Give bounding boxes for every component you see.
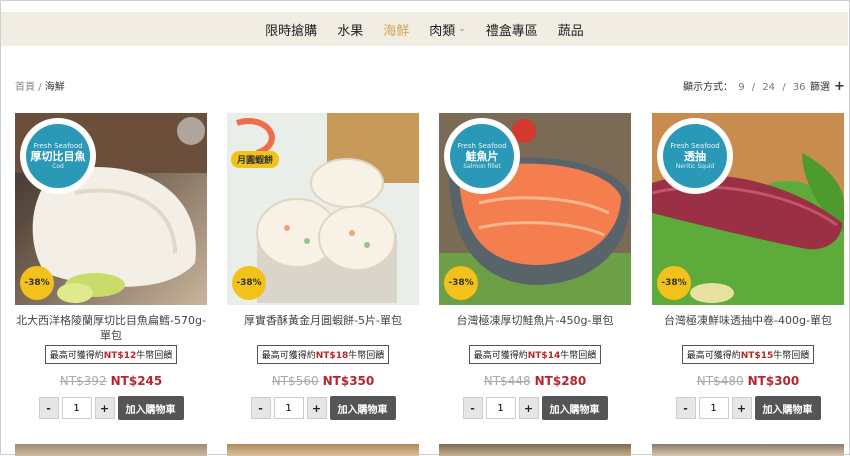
add-to-cart-button[interactable]: 加入購物車 [541,396,608,420]
main-nav: 限時搶購 水果 海鮮 肉類 ⌄ 禮盒專區 蔬品 [1,12,848,46]
sale-price: NT$300 [747,374,800,388]
product-image-next-row[interactable] [227,444,419,456]
product-card: Fresh Seafood 鮭魚片 Salmon fillet -38% 台灣極… [439,113,631,420]
nav-item-flash-sale[interactable]: 限時搶購 [265,20,317,39]
qty-minus-button[interactable]: - [250,397,271,419]
product-image[interactable]: 月圓蝦餅 -38% [227,113,419,305]
product-card: 月圓蝦餅 -38% 厚實香酥黃金月圓蝦餅-5片-單包 最高可獲得約NT$18牛幣… [227,113,419,420]
chevron-down-icon: ⌄ [458,24,466,34]
display-option-9[interactable]: 9 [738,82,744,93]
qty-plus-button[interactable]: + [306,397,327,419]
product-card: Fresh Seafood 透抽 Neritic Squid -38% 台灣極凍… [652,113,844,420]
original-price: NT$392 [59,374,107,388]
price: NT$560 NT$350 [227,374,419,388]
qty-plus-button[interactable]: + [731,397,752,419]
breadcrumb-current: 海鮮 [44,82,65,93]
add-to-cart-row: - 1 + 加入購物車 [652,396,844,420]
discount-badge: -38% [20,266,54,300]
nav-item-gift-box[interactable]: 禮盒專區 [486,20,538,39]
product-image[interactable]: Fresh Seafood 透抽 Neritic Squid -38% [652,113,844,305]
add-to-cart-row: - 1 + 加入購物車 [15,396,207,420]
product-image-next-row[interactable] [15,444,207,456]
quantity-input[interactable]: 1 [273,397,304,419]
nav-item-meat[interactable]: 肉類 ⌄ [429,20,466,39]
product-title[interactable]: 台灣極凍鮮味透抽中卷-400g-單包 [652,313,844,343]
quantity-input[interactable]: 1 [698,397,729,419]
add-to-cart-button[interactable]: 加入購物車 [117,396,184,420]
product-badge: Fresh Seafood 鮭魚片 Salmon fillet [444,118,520,194]
points-reward: 最高可獲得約NT$18牛幣回饋 [256,345,390,364]
original-price: NT$480 [696,374,744,388]
plus-icon: + [834,79,845,94]
quantity-input[interactable]: 1 [61,397,92,419]
product-badge: 月圓蝦餅 [231,151,280,168]
display-option-24[interactable]: 24 [762,82,775,93]
points-reward: 最高可獲得約NT$12牛幣回饋 [44,345,178,364]
qty-minus-button[interactable]: - [675,397,696,419]
add-to-cart-button[interactable]: 加入購物車 [329,396,396,420]
add-to-cart-row: - 1 + 加入購物車 [227,396,419,420]
product-image[interactable]: Fresh Seafood 厚切比目魚 Cod -38% [15,113,207,305]
discount-badge: -38% [232,266,266,300]
breadcrumb-home[interactable]: 首頁 [15,82,35,93]
product-card: Fresh Seafood 厚切比目魚 Cod -38% 北大西洋格陵蘭厚切比目… [15,113,207,420]
display-options: 顯示方式： 9 / 24 / 36 [683,82,806,93]
original-price: NT$448 [483,374,531,388]
breadcrumb: 首頁 / 海鮮 [15,82,65,93]
discount-badge: -38% [657,266,691,300]
points-reward: 最高可獲得約NT$15牛幣回饋 [681,345,815,364]
product-title[interactable]: 厚實香酥黃金月圓蝦餅-5片-單包 [227,313,419,343]
sale-price: NT$245 [110,374,163,388]
price: NT$392 NT$245 [15,374,207,388]
product-image-next-row[interactable] [652,444,844,456]
filter-button[interactable]: 篩選 + [810,78,845,94]
qty-minus-button[interactable]: - [38,397,59,419]
nav-item-seafood[interactable]: 海鮮 [383,20,409,39]
price: NT$480 NT$300 [652,374,844,388]
original-price: NT$560 [271,374,319,388]
product-image-next-row[interactable] [439,444,631,456]
discount-badge: -38% [444,266,478,300]
qty-minus-button[interactable]: - [462,397,483,419]
product-badge: Fresh Seafood 厚切比目魚 Cod [20,118,96,194]
add-to-cart-row: - 1 + 加入購物車 [439,396,631,420]
add-to-cart-button[interactable]: 加入購物車 [754,396,821,420]
product-title[interactable]: 北大西洋格陵蘭厚切比目魚扁鱈-570g-單包 [15,313,207,343]
sale-price: NT$350 [322,374,375,388]
qty-plus-button[interactable]: + [94,397,115,419]
display-option-36[interactable]: 36 [793,82,806,93]
product-image[interactable]: Fresh Seafood 鮭魚片 Salmon fillet -38% [439,113,631,305]
quantity-input[interactable]: 1 [485,397,516,419]
nav-item-vegetables[interactable]: 蔬品 [558,20,584,39]
product-badge: Fresh Seafood 透抽 Neritic Squid [657,118,733,194]
sale-price: NT$280 [534,374,587,388]
nav-item-fruit[interactable]: 水果 [337,20,363,39]
price: NT$448 NT$280 [439,374,631,388]
qty-plus-button[interactable]: + [518,397,539,419]
product-title[interactable]: 台灣極凍厚切鮭魚片-450g-單包 [439,313,631,343]
points-reward: 最高可獲得約NT$14牛幣回饋 [468,345,602,364]
